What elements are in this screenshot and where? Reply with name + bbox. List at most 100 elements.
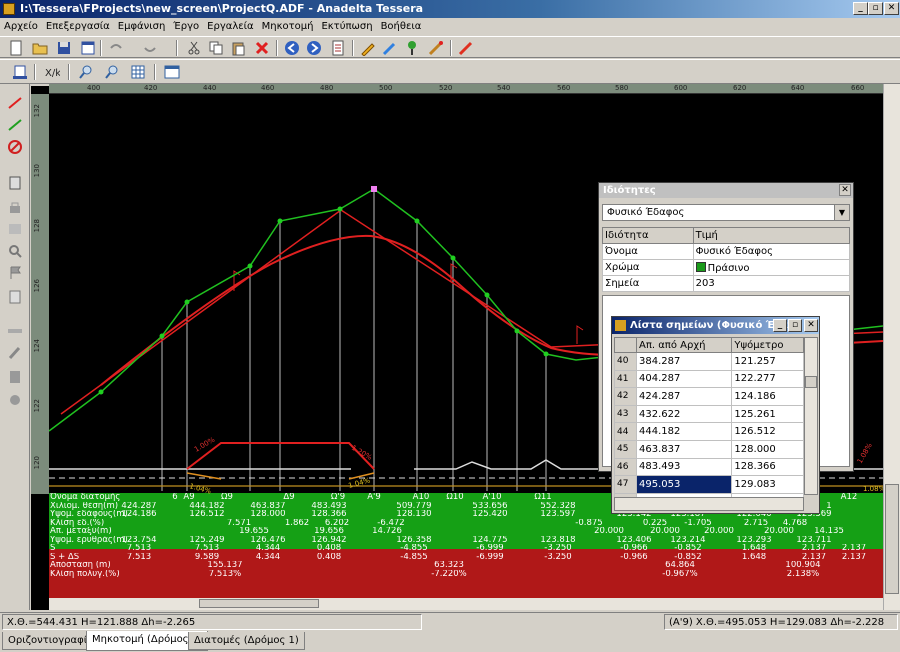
band-cell: 19.655 xyxy=(239,527,269,536)
plist-minimize-button[interactable]: _ xyxy=(773,319,787,332)
distance-cell[interactable]: 384.287 xyxy=(635,352,733,371)
pencil-icon[interactable] xyxy=(360,40,376,56)
chevron-down-icon[interactable]: ▼ xyxy=(834,205,849,220)
insert-point-icon[interactable] xyxy=(404,40,420,56)
new-file-icon[interactable] xyxy=(8,40,24,56)
open-folder-icon[interactable] xyxy=(32,40,48,56)
menu-print[interactable]: Εκτύπωση xyxy=(317,18,376,36)
elevation-cell[interactable]: 125.261 xyxy=(731,404,804,424)
brush-icon[interactable] xyxy=(7,346,23,360)
draw-red-line-icon[interactable] xyxy=(7,96,23,110)
distance-cell[interactable]: 424.287 xyxy=(635,387,733,406)
horizontal-scrollbar[interactable] xyxy=(49,598,883,610)
point-row[interactable]: 44 444.182 126.512 xyxy=(614,422,804,441)
point-row[interactable]: 46 483.493 128.366 xyxy=(614,457,804,477)
refresh-icon[interactable] xyxy=(7,176,23,190)
band-cell: A12 xyxy=(840,493,858,502)
point-list-scrollbar[interactable] xyxy=(804,337,818,495)
prop-value-color[interactable]: Πράσινο xyxy=(692,259,851,276)
band-cell: 20.000 xyxy=(764,527,794,536)
menu-file[interactable]: Αρχείο xyxy=(0,18,42,36)
elevation-cell[interactable]: 121.257 xyxy=(731,352,804,371)
band-cell: -0.966 xyxy=(620,552,648,562)
band-row: Υψομ. ερυθράς(m) 123.754 125.249 126.476 126… xyxy=(49,536,883,545)
undo-icon[interactable] xyxy=(108,40,124,56)
ruler-icon[interactable] xyxy=(7,324,23,338)
menu-project[interactable]: Έργο xyxy=(169,18,203,36)
redo-icon[interactable] xyxy=(142,40,158,56)
menu-view[interactable]: Εμφάνιση xyxy=(114,18,170,36)
delete-icon[interactable] xyxy=(254,40,270,56)
elevation-cell[interactable]: 126.512 xyxy=(731,422,804,441)
point-row[interactable]: 45 463.837 128.000 xyxy=(614,439,804,459)
menu-bar: Αρχείο Επεξεργασία Εμφάνιση Έργο Εργαλεία Μηκ… xyxy=(0,18,900,36)
scale-icon[interactable]: X/k xyxy=(44,64,60,80)
point-row[interactable]: 47 495.053 129.083 xyxy=(614,475,804,494)
distance-cell[interactable]: 404.287 xyxy=(635,369,733,389)
zoom-in-icon[interactable] xyxy=(78,64,94,80)
red-pencil-icon[interactable] xyxy=(458,40,474,56)
bag-icon[interactable] xyxy=(7,392,23,406)
plist-maximize-button[interactable]: ▫ xyxy=(788,319,802,332)
point-row[interactable]: 42 424.287 124.186 xyxy=(614,387,804,406)
tab-cross-sections[interactable]: Διατομές (Δρόμος 1) xyxy=(188,632,305,650)
band-cell: A10 xyxy=(412,493,430,502)
distance-cell[interactable]: 432.622 xyxy=(635,404,733,424)
distance-cell[interactable]: 444.182 xyxy=(635,422,733,441)
elevation-cell[interactable]: 122.277 xyxy=(731,369,804,389)
sheet-icon[interactable] xyxy=(12,64,28,80)
vertical-scrollbar[interactable] xyxy=(883,84,900,610)
layer-selector[interactable]: Φυσικό Έδαφος ▼ xyxy=(602,204,850,221)
properties-close-button[interactable]: ✕ xyxy=(839,184,851,196)
previous-icon[interactable] xyxy=(284,40,300,56)
next-icon[interactable] xyxy=(306,40,322,56)
band-cell: 14.726 xyxy=(372,527,402,536)
elevation-cell[interactable]: 124.186 xyxy=(731,387,804,406)
save-icon[interactable] xyxy=(56,40,72,56)
flag-icon[interactable] xyxy=(7,266,23,280)
minimize-button[interactable]: _ xyxy=(853,2,868,15)
point-list-hscroll[interactable] xyxy=(614,497,804,511)
cut-icon[interactable] xyxy=(186,40,202,56)
close-button[interactable]: ✕ xyxy=(884,2,899,15)
band-cell: -3.250 xyxy=(544,552,572,562)
elevation-cell[interactable]: 128.366 xyxy=(731,457,804,477)
distance-cell[interactable]: 463.837 xyxy=(635,439,733,459)
elevation-cell[interactable]: 129.083 xyxy=(731,475,804,494)
elevation-cell[interactable]: 128.000 xyxy=(731,439,804,459)
table-icon[interactable] xyxy=(164,64,180,80)
lock-icon[interactable] xyxy=(7,200,23,214)
properties-icon[interactable] xyxy=(80,40,96,56)
prop-value[interactable]: Φυσικό Έδαφος xyxy=(692,243,851,260)
menu-help[interactable]: Βοήθεια xyxy=(377,18,426,36)
point-row[interactable]: 41 404.287 122.277 xyxy=(614,369,804,389)
report-icon[interactable] xyxy=(330,40,346,56)
wand-icon[interactable] xyxy=(428,40,444,56)
paste-icon[interactable] xyxy=(230,40,246,56)
grid-icon[interactable] xyxy=(130,64,146,80)
search-icon[interactable] xyxy=(7,244,23,258)
band-row-label: Κλίση εδ.(%) xyxy=(50,518,105,528)
prop-value[interactable]: 203 xyxy=(692,275,851,292)
menu-edit[interactable]: Επεξεργασία xyxy=(42,18,114,36)
page-icon[interactable] xyxy=(7,290,23,304)
edit-point-icon[interactable] xyxy=(382,40,398,56)
menu-tools[interactable]: Εργαλεία xyxy=(203,18,257,36)
menu-profile[interactable]: Μηκοτομή xyxy=(258,18,318,36)
plist-close-button[interactable]: ✕ xyxy=(804,319,818,332)
layers-icon[interactable] xyxy=(7,222,23,236)
maximize-button[interactable]: ▫ xyxy=(868,2,883,15)
point-row[interactable]: 43 432.622 125.261 xyxy=(614,404,804,424)
copy-icon[interactable] xyxy=(208,40,224,56)
row-number: 47 xyxy=(614,475,637,494)
document-icon[interactable] xyxy=(7,370,23,384)
draw-green-line-icon[interactable] xyxy=(7,118,23,132)
properties-table: Ιδιότητα Τιμή Όνομα Φυσικό Έδαφος Χρώμα Πρά… xyxy=(602,227,851,292)
cancel-icon[interactable] xyxy=(7,140,23,154)
distance-cell[interactable]: 483.493 xyxy=(635,457,733,477)
col-elevation: Υψόμετρο xyxy=(731,337,804,353)
distance-cell[interactable]: 495.053 xyxy=(635,475,733,494)
point-row[interactable]: 40 384.287 121.257 xyxy=(614,352,804,371)
zoom-out-icon[interactable] xyxy=(104,64,120,80)
band-cell: 124.186 xyxy=(121,510,157,519)
